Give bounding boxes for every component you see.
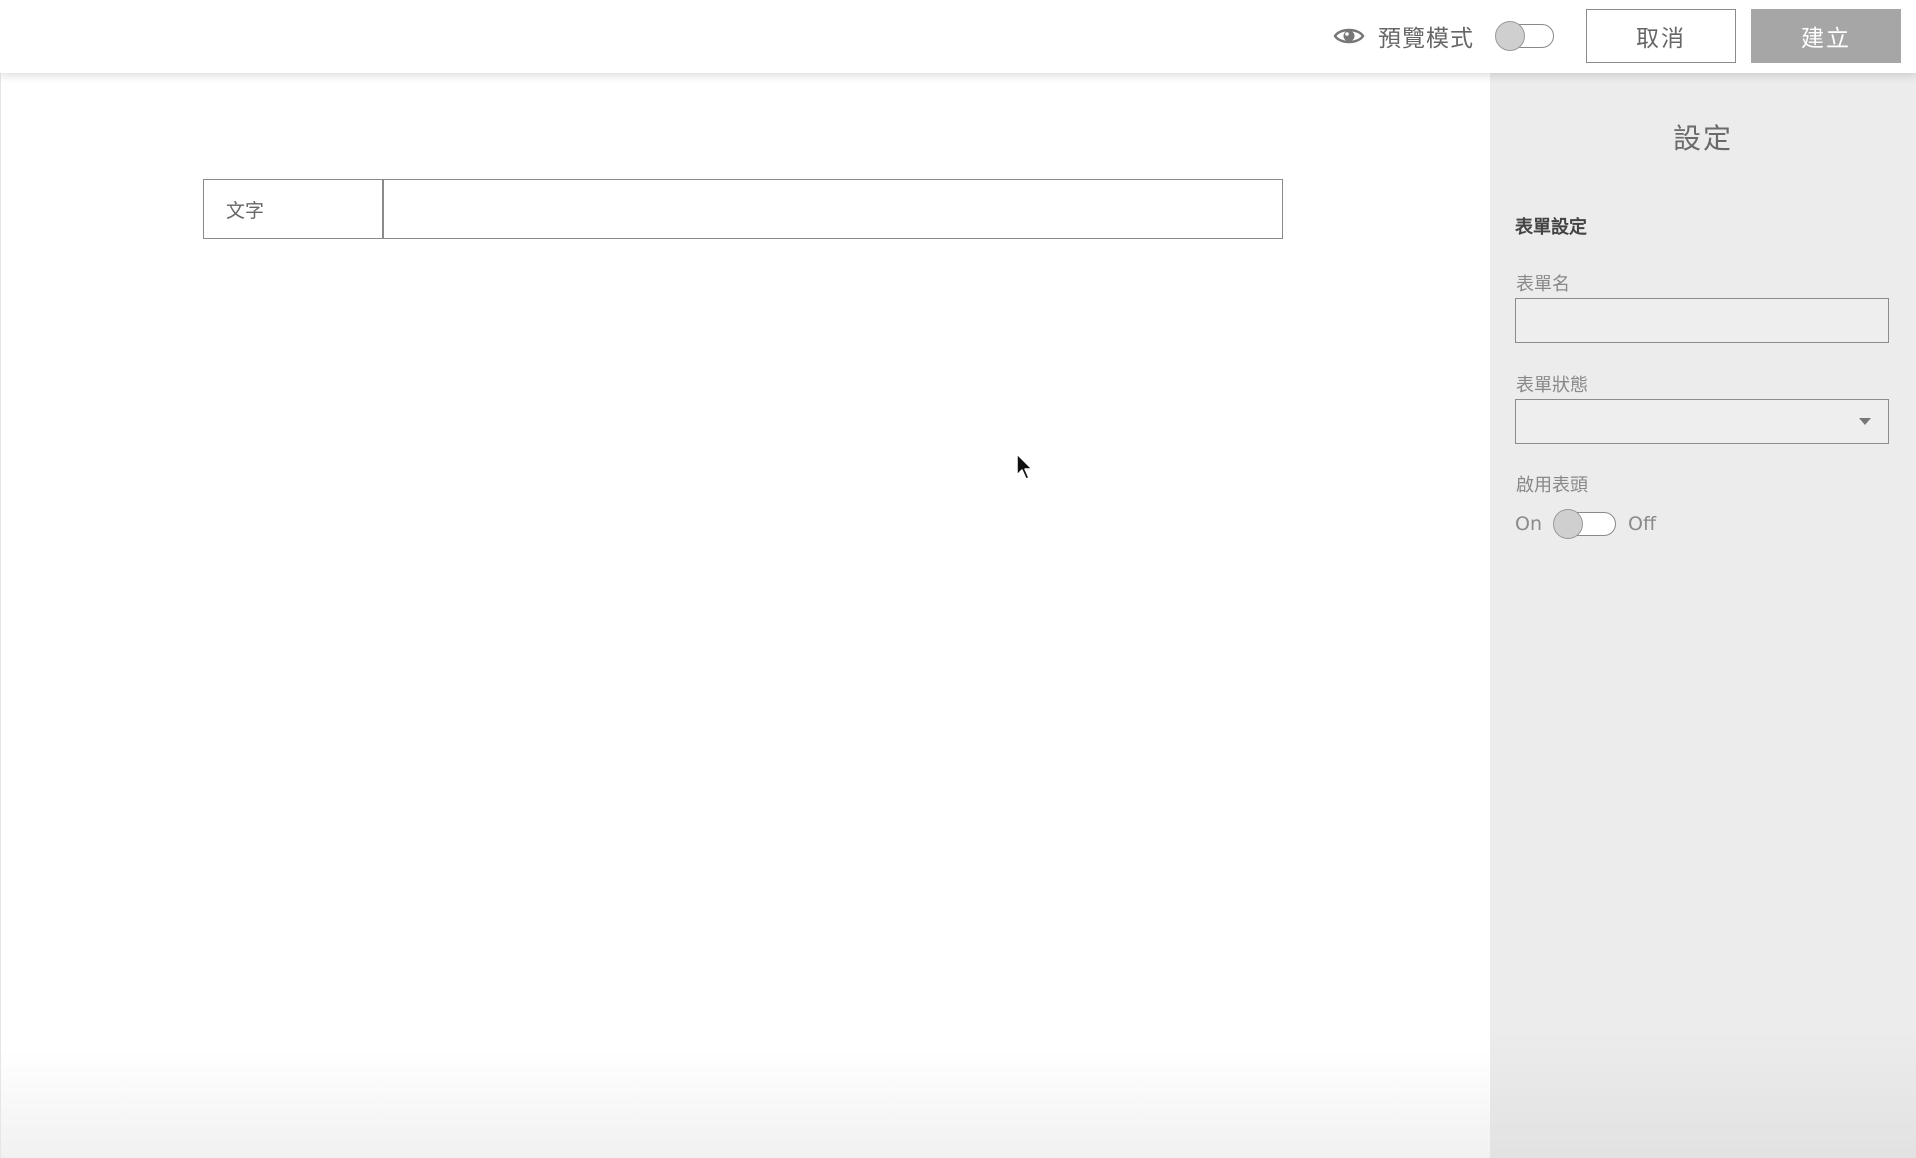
on-label: On xyxy=(1515,513,1542,535)
toggle-knob xyxy=(1553,509,1583,539)
form-status-label: 表單狀態 xyxy=(1516,375,1588,396)
off-label: Off xyxy=(1628,513,1657,535)
form-builder-app: 預覽模式 取消 建立 文字 設定 表單設定 表單名 表單狀態 啟用表頭 On O… xyxy=(0,0,1916,1158)
create-button[interactable]: 建立 xyxy=(1751,9,1901,63)
form-status-select[interactable] xyxy=(1515,399,1889,444)
enable-header-row: On Off xyxy=(1515,509,1656,539)
enable-header-toggle[interactable] xyxy=(1553,509,1616,539)
panel-title: 設定 xyxy=(1672,122,1733,155)
settings-panel: 設定 表單設定 表單名 表單狀態 啟用表頭 On Off xyxy=(1490,73,1916,1158)
cancel-button[interactable]: 取消 xyxy=(1586,9,1736,63)
eye-icon xyxy=(1332,20,1366,52)
form-canvas: 文字 xyxy=(0,73,1490,1158)
form-name-input[interactable] xyxy=(1515,298,1889,343)
field-label: 文字 xyxy=(204,180,384,238)
mouse-cursor-icon xyxy=(1016,453,1034,481)
text-field-row[interactable]: 文字 xyxy=(203,179,1283,239)
preview-mode-toggle[interactable] xyxy=(1495,21,1554,51)
toggle-knob xyxy=(1495,21,1525,51)
preview-mode-group: 預覽模式 xyxy=(1332,20,1474,52)
preview-mode-label: 預覽模式 xyxy=(1378,26,1474,52)
enable-header-label: 啟用表頭 xyxy=(1516,475,1588,496)
caret-down-icon xyxy=(1859,418,1871,425)
top-toolbar: 預覽模式 取消 建立 xyxy=(0,0,1916,73)
section-title: 表單設定 xyxy=(1515,217,1587,238)
form-name-label: 表單名 xyxy=(1516,274,1570,295)
text-field-input[interactable] xyxy=(384,180,1282,238)
